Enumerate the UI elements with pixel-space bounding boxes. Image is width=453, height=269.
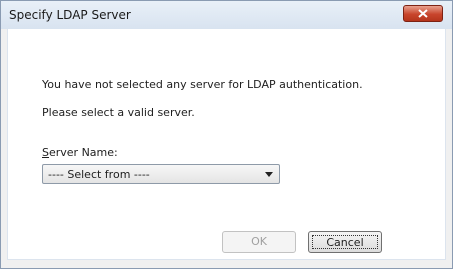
server-name-dropdown[interactable]: ---- Select from ---- (42, 164, 280, 184)
message-line-2: Please select a valid server. (42, 106, 195, 119)
dialog-title: Specify LDAP Server (9, 8, 131, 22)
close-button[interactable] (403, 5, 443, 22)
server-name-selected: ---- Select from ---- (48, 168, 150, 181)
server-name-accelerator: S (42, 146, 49, 159)
cancel-button-label: Cancel (312, 235, 378, 249)
cancel-button[interactable]: Cancel (308, 231, 382, 253)
server-name-label-text: erver Name: (48, 146, 118, 159)
title-bar[interactable]: Specify LDAP Server (1, 1, 452, 29)
dialog-body: You have not selected any server for LDA… (7, 29, 446, 260)
chevron-down-icon (265, 172, 273, 177)
ok-button[interactable]: OK (222, 231, 296, 253)
server-name-label: Server Name: (42, 146, 118, 159)
message-line-1: You have not selected any server for LDA… (42, 78, 363, 91)
close-icon (418, 9, 428, 18)
ldap-dialog: Specify LDAP Server You have not selecte… (0, 0, 453, 269)
